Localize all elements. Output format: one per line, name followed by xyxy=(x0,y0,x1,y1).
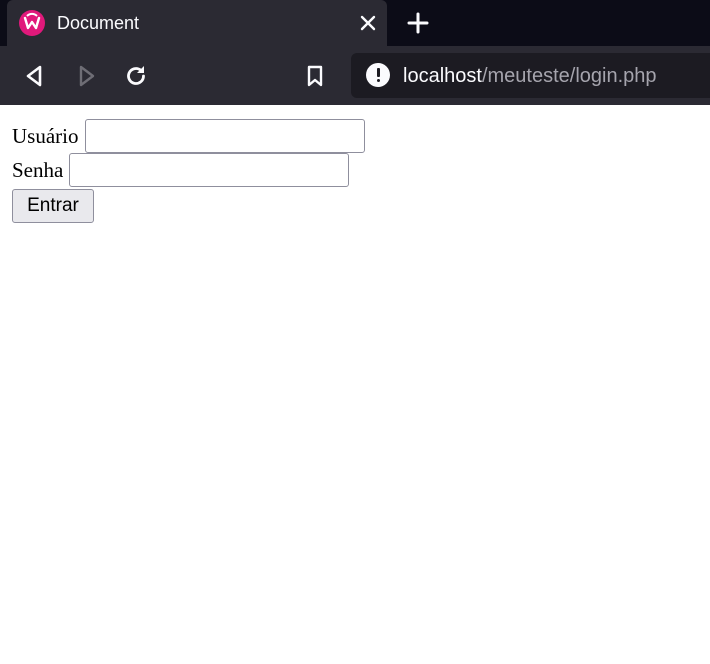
password-input[interactable] xyxy=(69,153,350,187)
username-label: Usuário xyxy=(12,123,79,148)
insecure-warning-icon[interactable] xyxy=(366,63,390,87)
username-row: Usuário xyxy=(12,118,365,154)
page-content: Usuário Senha Entrar xyxy=(0,105,710,664)
new-tab-plus-icon[interactable] xyxy=(406,11,430,35)
back-arrow-icon[interactable] xyxy=(22,63,48,89)
forward-arrow-icon[interactable] xyxy=(73,63,99,89)
login-submit-button[interactable]: Entrar xyxy=(12,189,94,223)
wamp-favicon-icon xyxy=(19,10,45,36)
bookmark-icon[interactable] xyxy=(302,63,328,89)
tab-document[interactable]: Document xyxy=(7,0,387,46)
url-path: /meuteste/login.php xyxy=(481,65,657,87)
navigation-toolbar: localhost/meuteste/login.php xyxy=(0,46,710,105)
reload-icon[interactable] xyxy=(123,63,149,89)
url-host: localhost xyxy=(403,65,482,87)
tab-title: Document xyxy=(57,13,140,33)
close-icon[interactable] xyxy=(357,12,379,34)
url-text[interactable]: localhost/meuteste/login.php xyxy=(403,63,657,89)
password-label: Senha xyxy=(12,157,64,182)
password-row: Senha xyxy=(12,152,350,188)
tab-strip: Document xyxy=(0,0,710,46)
address-bar[interactable]: localhost/meuteste/login.php xyxy=(351,53,710,98)
username-input[interactable] xyxy=(84,119,365,153)
